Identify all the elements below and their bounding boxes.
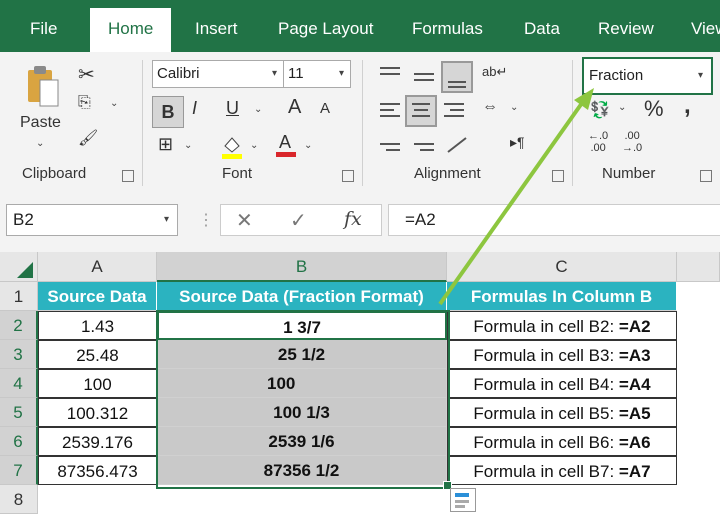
annotation-arrow bbox=[438, 88, 594, 306]
